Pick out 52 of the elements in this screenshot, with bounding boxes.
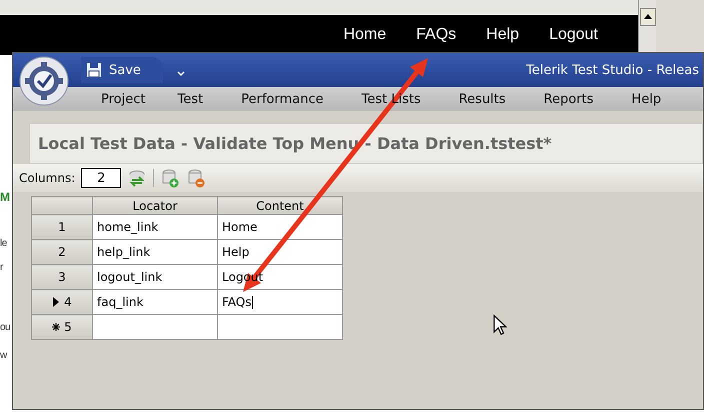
row-number: 2 — [58, 245, 66, 259]
page-text: le — [0, 238, 7, 249]
table-cell[interactable]: FAQs — [218, 290, 342, 314]
page-text: M — [0, 190, 10, 204]
nav-link[interactable]: Help — [486, 26, 520, 44]
columns-label: Columns: — [19, 171, 76, 185]
column-header[interactable]: Locator — [92, 196, 218, 214]
row-number: 4 — [64, 295, 72, 309]
menu-item[interactable]: Reports — [544, 92, 594, 106]
new-row-icon — [52, 322, 60, 332]
page-text: r — [0, 262, 3, 273]
caret-icon[interactable] — [176, 71, 185, 77]
columns-field[interactable]: 2 — [81, 168, 122, 188]
row-number: 3 — [58, 270, 66, 284]
row-number: 5 — [64, 320, 72, 334]
nav-link[interactable]: FAQs — [416, 26, 456, 44]
refresh-icon[interactable] — [127, 168, 148, 188]
menu-item[interactable]: Results — [458, 92, 506, 106]
floppy-icon — [87, 63, 101, 77]
menu-item[interactable]: Test — [177, 92, 204, 106]
table-cell[interactable]: home_link — [92, 214, 218, 240]
save-button[interactable]: Save — [81, 57, 163, 83]
menu-item[interactable]: Performance — [241, 92, 324, 106]
row-header[interactable]: 1 — [32, 214, 92, 240]
row-number: 1 — [58, 220, 66, 234]
nav-link[interactable]: Logout — [549, 26, 598, 44]
nav-link[interactable]: Home — [343, 26, 386, 44]
menu-item[interactable]: Project — [101, 92, 146, 106]
corner-header — [32, 196, 92, 214]
table-cell[interactable] — [218, 314, 342, 340]
table-cell[interactable] — [92, 314, 218, 340]
scroll-up-icon[interactable] — [640, 8, 656, 26]
page-text: w — [0, 350, 7, 361]
mouse-pointer-icon — [493, 314, 507, 336]
row-header[interactable]: 2 — [32, 240, 92, 264]
scrollbar[interactable] — [638, 0, 656, 52]
table-cell[interactable]: Help — [218, 240, 342, 264]
row-header[interactable]: 5 — [32, 314, 92, 340]
row-header[interactable]: 4 — [32, 290, 92, 314]
menu-item[interactable]: Help — [632, 92, 662, 106]
table-cell[interactable]: Home — [218, 214, 342, 240]
table-cell[interactable]: faq_link — [92, 290, 218, 314]
table-cell[interactable]: logout_link — [92, 264, 218, 290]
database-add-icon[interactable] — [160, 168, 180, 188]
window-title: Telerik Test Studio - Releas — [526, 62, 700, 78]
page-text: ou — [0, 322, 10, 333]
table-cell[interactable]: help_link — [92, 240, 218, 264]
column-header[interactable]: Content — [218, 196, 342, 214]
gear-icon[interactable] — [19, 56, 69, 106]
database-remove-icon[interactable] — [186, 168, 206, 188]
row-header[interactable]: 3 — [32, 264, 92, 290]
document-title: Local Test Data - Validate Top Menu - Data Driven.tstest* — [38, 134, 552, 153]
